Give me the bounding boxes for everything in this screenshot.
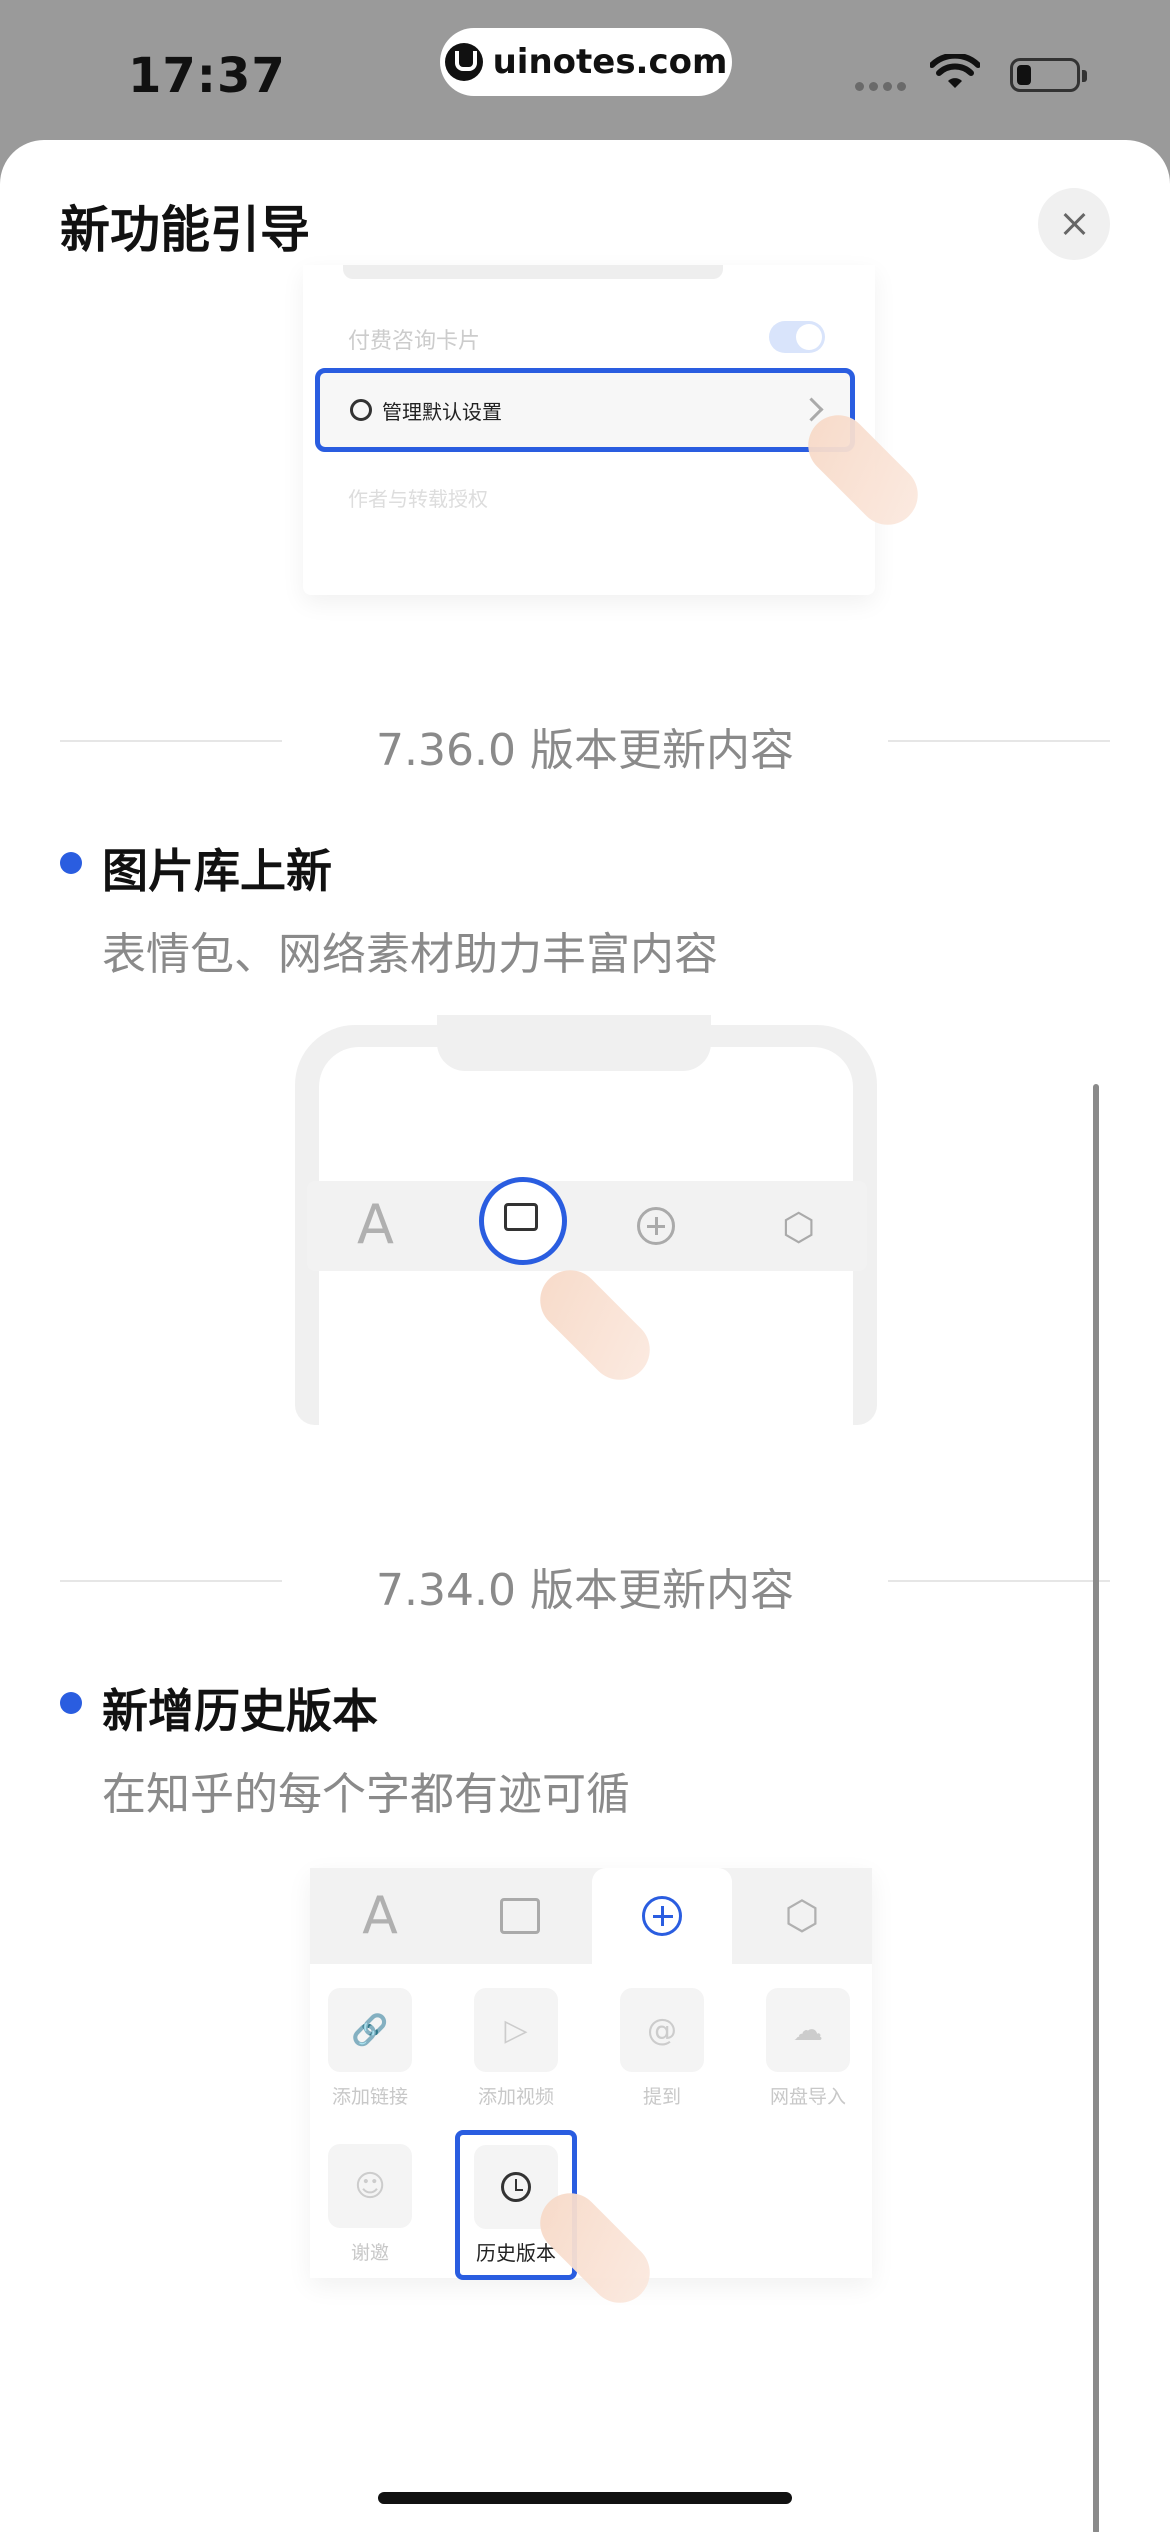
chevron-right-icon bbox=[799, 397, 824, 422]
url-text: uinotes.com bbox=[492, 42, 728, 82]
version-label: 7.36.0 版本更新内容 bbox=[376, 725, 794, 776]
mention-item: @ 提到 bbox=[602, 1988, 722, 2109]
cellular-signal-icon bbox=[855, 82, 906, 91]
feature-title-text: 图片库上新 bbox=[102, 844, 332, 898]
sheet-title: 新功能引导 bbox=[60, 201, 310, 259]
feature-guide-sheet: 新功能引导 付费咨询卡片 管理默认设置 作者与转载授权 7.36.0 版本更新内… bbox=[0, 140, 1170, 2532]
version-divider: 7.34.0 版本更新内容 bbox=[60, 1550, 1110, 1616]
scrollbar[interactable] bbox=[1093, 1084, 1099, 2532]
version-divider: 7.36.0 版本更新内容 bbox=[60, 710, 1110, 776]
at-icon: @ bbox=[620, 1988, 704, 2072]
plus-circle-icon bbox=[637, 1207, 675, 1245]
cloud-import-item: ☁ 网盘导入 bbox=[748, 1988, 868, 2109]
add-link-item: 🔗 添加链接 bbox=[310, 1988, 430, 2109]
bullet-icon bbox=[60, 1692, 82, 1714]
settings-illustration: 付费咨询卡片 管理默认设置 作者与转载授权 bbox=[303, 265, 931, 595]
history-version-illustration: A ⬡ 🔗 添加链接 ▷ 添加视频 @ 提到 ☁ 网盘导入 ☺ 谢邀 历史版本 bbox=[310, 1868, 872, 2316]
text-format-icon: A bbox=[362, 1886, 398, 1946]
people-icon: ☺ bbox=[328, 2144, 412, 2228]
text-format-icon: A bbox=[357, 1193, 394, 1256]
feature-title-text: 新增历史版本 bbox=[102, 1684, 378, 1738]
faint-row-bottom: 作者与转载授权 bbox=[348, 487, 488, 511]
url-pill[interactable]: uinotes.com bbox=[440, 28, 732, 96]
plus-circle-icon bbox=[592, 1868, 732, 1964]
manage-default-settings-row: 管理默认设置 bbox=[315, 368, 855, 452]
invite-item: ☺ 谢邀 bbox=[310, 2144, 430, 2265]
clock-icon bbox=[501, 2172, 531, 2202]
settings-hex-icon: ⬡ bbox=[782, 1205, 816, 1249]
wifi-icon bbox=[930, 54, 980, 88]
video-icon: ▷ bbox=[474, 1988, 558, 2072]
home-indicator[interactable] bbox=[378, 2492, 792, 2504]
feature-subtitle: 表情包、网络素材助力丰富内容 bbox=[102, 929, 718, 980]
image-library-icon bbox=[479, 1177, 567, 1265]
manage-default-settings-label: 管理默认设置 bbox=[382, 399, 502, 424]
status-time: 17:37 bbox=[128, 48, 286, 104]
version-label: 7.34.0 版本更新内容 bbox=[376, 1565, 794, 1616]
feature-title: 新增历史版本 bbox=[60, 1675, 378, 1741]
gear-icon bbox=[350, 399, 372, 421]
editor-toolbar: A ⬡ bbox=[307, 1177, 867, 1271]
add-video-item: ▷ 添加视频 bbox=[456, 1988, 576, 2109]
battery-icon bbox=[1010, 58, 1087, 92]
toggle-icon bbox=[769, 321, 825, 353]
image-icon bbox=[450, 1868, 590, 1964]
cloud-icon: ☁ bbox=[766, 1988, 850, 2072]
phone-illustration: A ⬡ bbox=[295, 1015, 877, 1425]
editor-tabs: A ⬡ bbox=[310, 1868, 872, 1964]
faint-row-top: 付费咨询卡片 bbox=[348, 329, 481, 354]
bullet-icon bbox=[60, 852, 82, 874]
close-button[interactable] bbox=[1038, 188, 1110, 260]
feature-title: 图片库上新 bbox=[60, 835, 332, 901]
status-bar: 17:37 uinotes.com bbox=[0, 0, 1170, 140]
feature-subtitle: 在知乎的每个字都有迹可循 bbox=[102, 1769, 630, 1820]
link-icon: 🔗 bbox=[328, 1988, 412, 2072]
site-logo-icon bbox=[444, 43, 483, 81]
settings-hex-icon: ⬡ bbox=[784, 1893, 820, 1939]
